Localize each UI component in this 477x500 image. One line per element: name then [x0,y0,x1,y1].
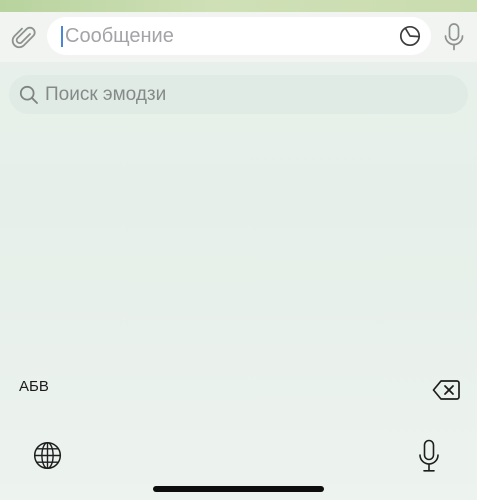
text-caret [61,26,63,47]
globe-icon[interactable] [33,441,62,470]
search-icon [19,85,39,105]
home-indicator[interactable] [153,486,324,492]
abc-keyboard-button[interactable]: АБВ [19,378,49,395]
chat-background-strip [0,0,477,12]
message-field[interactable]: Сообщение [47,17,431,55]
backspace-icon[interactable] [432,379,460,401]
message-placeholder: Сообщение [65,25,174,47]
dictation-microphone-icon[interactable] [418,439,440,473]
emoji-search-placeholder: Поиск эмодзи [45,84,167,105]
emoji-search-input[interactable]: Поиск эмодзи [9,75,468,114]
sticker-icon[interactable] [399,25,421,47]
microphone-icon[interactable] [441,22,467,52]
paperclip-icon[interactable] [11,25,37,51]
